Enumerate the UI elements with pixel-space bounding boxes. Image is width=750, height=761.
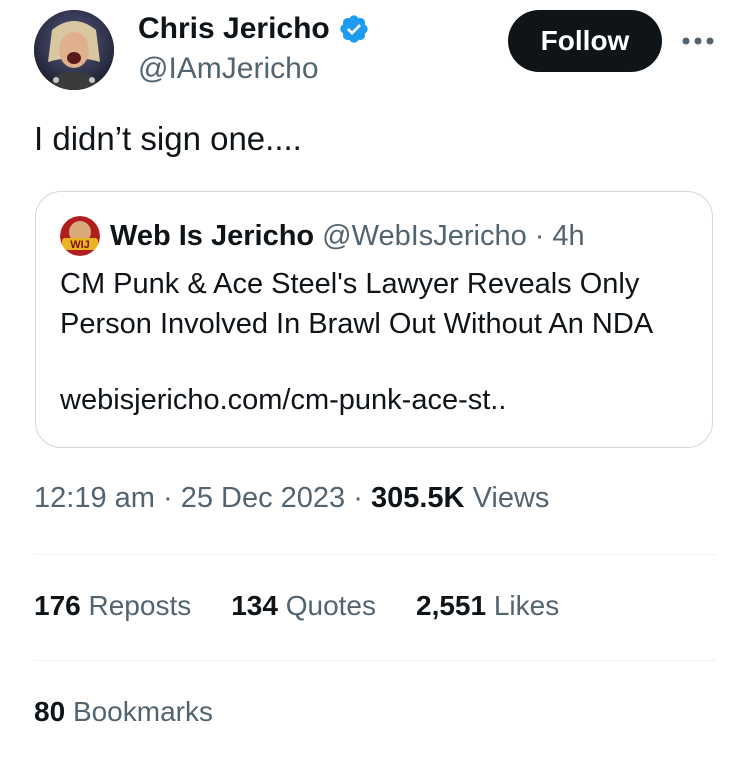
author-handle[interactable]: @IAmJericho (138, 52, 319, 86)
quoted-tweet-header: WIJ Web Is Jericho @WebIsJericho · 4h (60, 216, 585, 256)
quoted-tweet-card[interactable]: WIJ Web Is Jericho @WebIsJericho · 4h CM… (35, 191, 713, 448)
more-options-button[interactable] (678, 24, 718, 58)
quoted-author-avatar[interactable]: WIJ (60, 216, 100, 256)
verified-badge-icon (338, 13, 370, 45)
meta-separator: · (353, 482, 363, 514)
more-horizontal-icon (682, 37, 714, 45)
likes-label: Likes (493, 590, 560, 621)
follow-button[interactable]: Follow (508, 10, 662, 72)
meta-separator: · (162, 482, 173, 514)
divider (34, 660, 716, 661)
quoted-timestamp[interactable]: 4h (552, 220, 584, 253)
likes-count: 2,551 (416, 590, 487, 621)
views-label: Views (472, 482, 550, 514)
tweet-date[interactable]: 25 Dec 2023 (181, 482, 345, 514)
author-name[interactable]: Chris Jericho (138, 12, 370, 46)
quoted-separator: · (534, 219, 545, 252)
reposts-count: 176 (34, 590, 81, 621)
tweet-text: I didn’t sign one.... (34, 120, 302, 157)
likes-stat[interactable]: 2,551 Likes (416, 590, 559, 622)
avatar-image (34, 10, 114, 90)
reposts-label: Reposts (88, 590, 192, 621)
quoted-author-handle[interactable]: @WebIsJericho (322, 220, 527, 253)
bookmarks-label: Bookmarks (72, 696, 213, 727)
quoted-author-name[interactable]: Web Is Jericho (110, 220, 314, 253)
quotes-label: Quotes (285, 590, 376, 621)
quoted-tweet-text: CM Punk & Ace Steel's Lawyer Reveals Onl… (60, 268, 654, 340)
tweet-meta: 12:19 am · 25 Dec 2023 · 305.5K Views (34, 482, 549, 515)
wij-logo-icon: WIJ (60, 216, 100, 256)
wij-logo-text: WIJ (70, 239, 90, 251)
views-count: 305.5K (370, 482, 465, 514)
author-avatar[interactable] (34, 10, 114, 90)
divider (34, 554, 716, 555)
quoted-tweet-link[interactable]: webisjericho.com/cm-punk-ace-st.. (60, 384, 506, 417)
tweet-detail: Chris Jericho @IAmJericho Follow I didn’… (0, 0, 750, 761)
bookmarks-count: 80 (34, 696, 66, 727)
bookmarks-stat[interactable]: 80 Bookmarks (34, 696, 213, 728)
author-name-text: Chris Jericho (138, 12, 330, 45)
tweet-time[interactable]: 12:19 am (34, 482, 155, 514)
reposts-stat[interactable]: 176 Reposts (34, 590, 191, 622)
engagement-stats: 176 Reposts 134 Quotes 2,551 Likes (34, 590, 599, 622)
quotes-stat[interactable]: 134 Quotes (231, 590, 376, 622)
quotes-count: 134 (231, 590, 278, 621)
